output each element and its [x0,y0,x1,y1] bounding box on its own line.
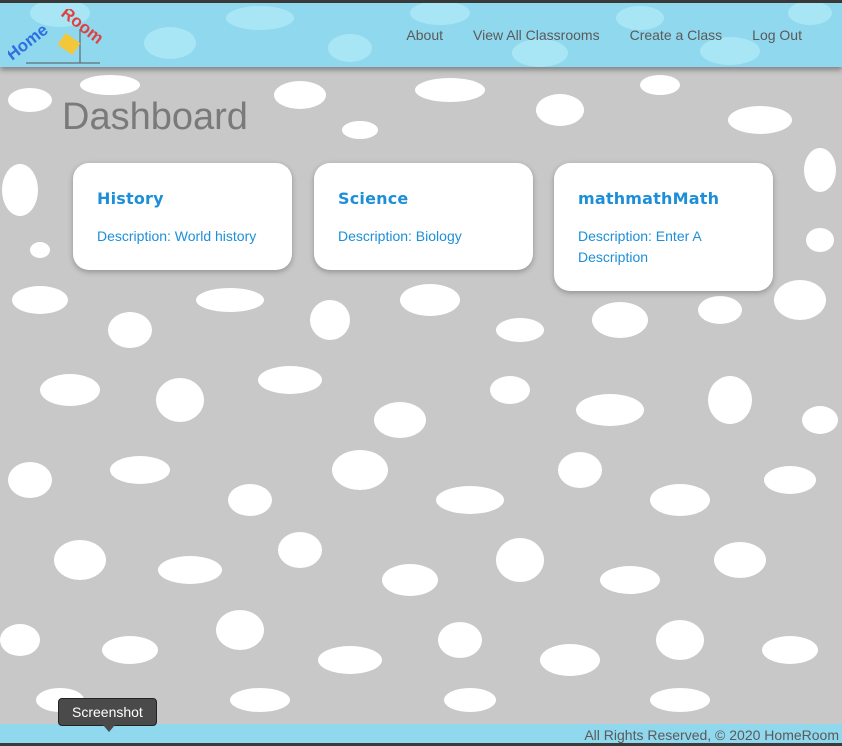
class-card-science[interactable]: Science Description: Biology [314,163,533,270]
tooltip-label: Screenshot [72,704,143,720]
screenshot-tooltip: Screenshot [58,698,157,732]
nav-log-out[interactable]: Log Out [752,27,802,43]
nav-view-all-classrooms[interactable]: View All Classrooms [473,27,600,43]
nav-create-a-class[interactable]: Create a Class [630,27,723,43]
logo-home-text: Home [8,20,52,64]
homeroom-logo[interactable]: Home Room [3,3,108,65]
class-card-title[interactable]: History [97,189,270,208]
nav-about[interactable]: About [406,27,443,43]
nav-links: About View All Classrooms Create a Class… [406,27,802,43]
class-card-title[interactable]: Science [338,189,511,208]
class-card-description: Description: World history [97,228,257,244]
logo-graphic: Home Room [3,3,107,64]
class-card-title[interactable]: mathmathMath [578,189,751,208]
class-card-mathmathmath[interactable]: mathmathMath Description: Enter A Descri… [554,163,773,291]
class-card-description: Description: Enter A Description [578,228,701,265]
navbar: Home Room About View All Classrooms Crea… [0,3,842,67]
page-title: Dashboard [62,96,248,138]
footer-copyright: All Rights Reserved, © 2020 HomeRoom [584,727,839,743]
footer: All Rights Reserved, © 2020 HomeRoom [0,724,842,743]
tooltip-arrow [103,725,115,732]
class-card-history[interactable]: History Description: World history [73,163,292,270]
class-card-description: Description: Biology [338,228,462,244]
